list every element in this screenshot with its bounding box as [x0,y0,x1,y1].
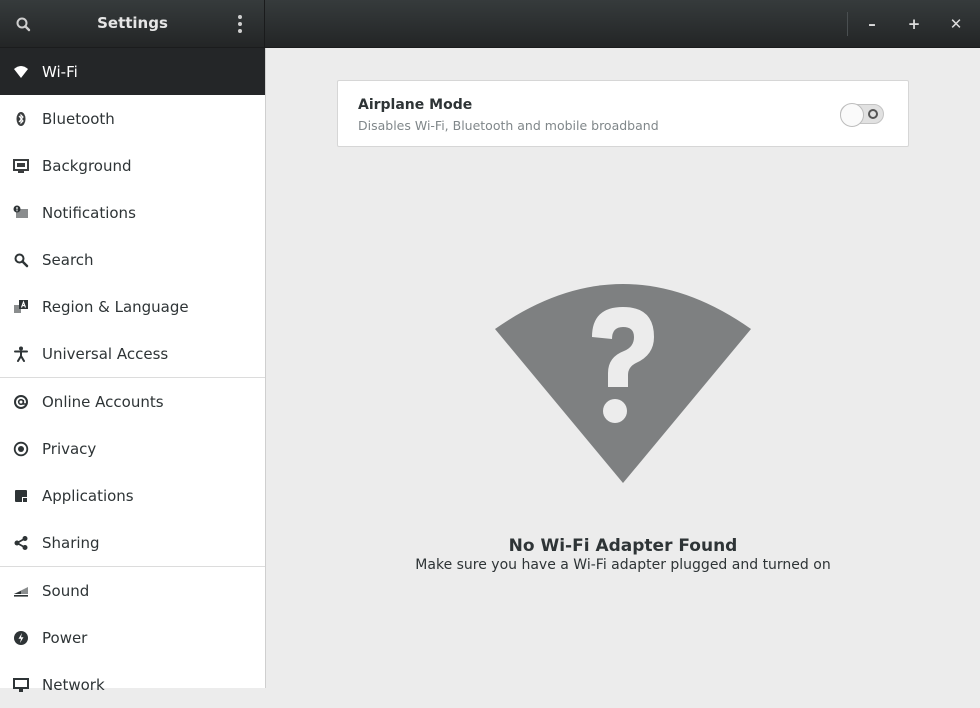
notification-icon [0,205,42,221]
airplane-mode-subtitle: Disables Wi-Fi, Bluetooth and mobile bro… [358,118,659,133]
sidebar-item-label: Notifications [42,203,136,222]
wifi-no-adapter-icon [494,275,752,485]
privacy-icon [0,441,42,457]
airplane-mode-title: Airplane Mode [358,97,473,113]
accessibility-icon [0,346,42,362]
sidebar-item-label: Search [42,250,94,269]
sound-icon [0,583,42,599]
search-icon[interactable] [13,14,35,34]
airplane-mode-switch[interactable] [840,103,884,127]
sidebar-item-label: Power [42,628,88,647]
network-icon [0,677,42,693]
sidebar-item-privacy[interactable]: Privacy [0,425,265,472]
close-button[interactable]: ✕ [944,12,968,36]
sidebar-item-bluetooth[interactable]: Bluetooth [0,95,265,142]
sidebar-item-label: Privacy [42,439,97,458]
sidebar-item-notifications[interactable]: Notifications [0,189,265,236]
power-icon [0,630,42,646]
sidebar-item-online-accounts[interactable]: Online Accounts [0,378,265,425]
sidebar-header: Settings [0,0,265,48]
sidebar-item-background[interactable]: Background [0,142,265,189]
sidebar-item-label: Wi-Fi [42,62,78,81]
bluetooth-icon [0,111,42,127]
menu-icon[interactable] [232,12,248,36]
sidebar-item-applications[interactable]: Applications [0,472,265,519]
window-title: Settings [97,14,168,32]
sidebar-item-label: Bluetooth [42,109,115,128]
maximize-button[interactable]: + [902,12,926,36]
sidebar-item-label: Online Accounts [42,392,164,411]
monitor-icon [0,158,42,174]
share-icon [0,535,42,551]
sidebar-item-region-language[interactable]: Region & Language [0,283,265,330]
switch-knob [840,103,864,127]
sidebar-item-wifi[interactable]: Wi-Fi [0,48,265,95]
sidebar-item-label: Region & Language [42,297,189,316]
sidebar-item-label: Background [42,156,132,175]
at-sign-icon [0,394,42,410]
sidebar-item-network[interactable]: Network [0,661,265,708]
search-icon [0,252,42,268]
empty-state-subtitle: Make sure you have a Wi-Fi adapter plugg… [415,557,831,573]
sidebar-item-label: Network [42,675,105,694]
sidebar-item-search[interactable]: Search [0,236,265,283]
header-bar: Settings – + ✕ [0,0,980,48]
sidebar: Wi-Fi Bluetooth Background Notifications… [0,48,266,694]
sidebar-item-sound[interactable]: Sound [0,567,265,614]
sidebar-item-label: Universal Access [42,344,169,363]
minimize-button[interactable]: – [860,12,884,36]
wifi-icon [0,64,42,80]
header-separator [847,12,848,36]
airplane-mode-row: Airplane Mode Disables Wi-Fi, Bluetooth … [337,80,909,147]
region-icon [0,299,42,315]
sidebar-item-universal-access[interactable]: Universal Access [0,330,265,378]
off-indicator-icon [868,109,878,119]
sidebar-item-power[interactable]: Power [0,614,265,661]
sidebar-item-label: Applications [42,486,134,505]
sidebar-item-label: Sound [42,581,90,600]
sidebar-item-label: Sharing [42,533,100,552]
empty-state-title: No Wi-Fi Adapter Found [508,536,738,556]
sidebar-item-sharing[interactable]: Sharing [0,519,265,567]
applications-icon [0,488,42,504]
